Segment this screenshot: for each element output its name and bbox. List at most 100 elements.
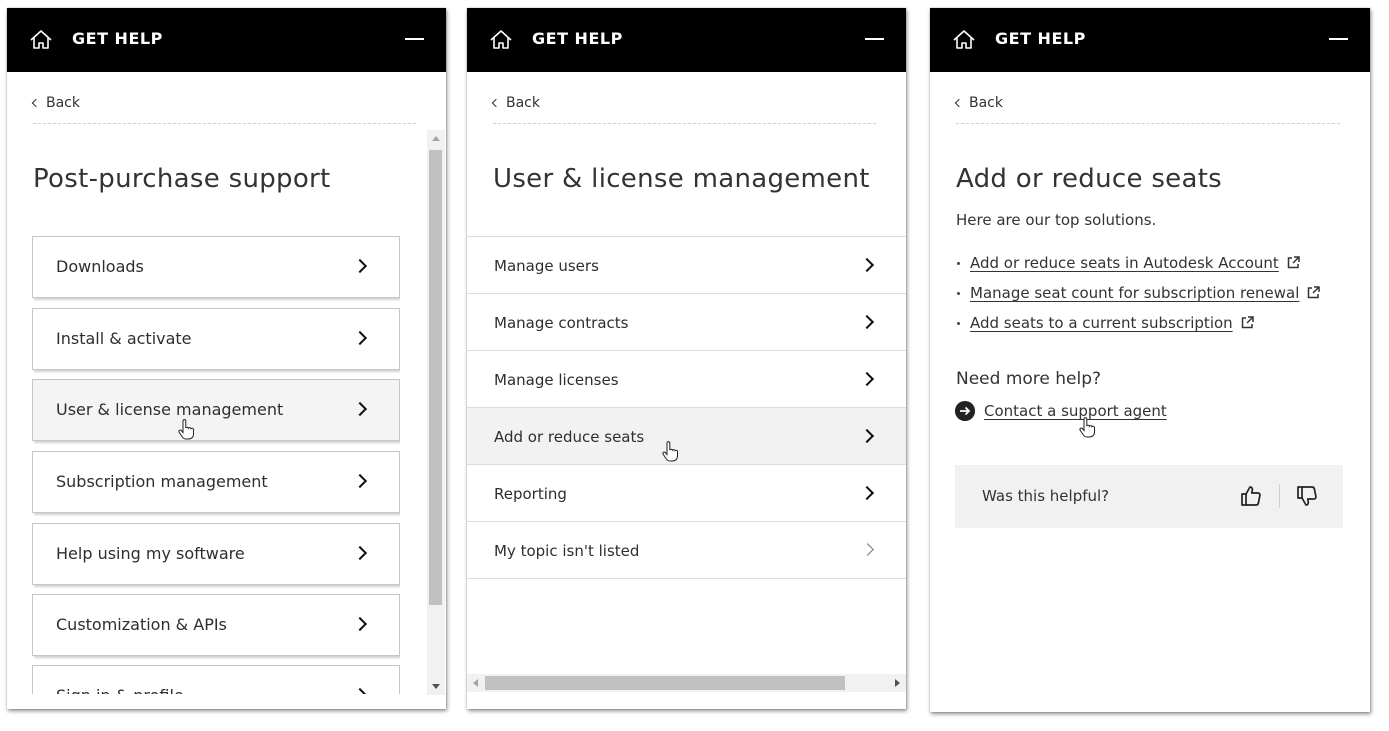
topic-card-label: Customization & APIs xyxy=(56,615,227,634)
chevron-right-icon xyxy=(352,687,368,694)
list-item-topic-not-listed[interactable]: My topic isn't listed xyxy=(467,521,906,579)
topic-card-install-activate[interactable]: Install & activate xyxy=(32,308,400,370)
page-title: Add or reduce seats xyxy=(956,164,1223,194)
help-header: GET HELP xyxy=(930,8,1370,72)
topic-card-label: Subscription management xyxy=(56,472,268,491)
chevron-right-icon xyxy=(859,428,875,444)
minimize-icon[interactable] xyxy=(865,38,884,40)
list-item-label: Manage contracts xyxy=(494,314,629,332)
external-link-icon xyxy=(1241,316,1254,329)
divider xyxy=(33,123,416,124)
thumbs-up-icon[interactable] xyxy=(1239,484,1263,508)
topic-card-label: Help using my software xyxy=(56,544,245,563)
feedback-separator xyxy=(1279,484,1280,508)
topic-card-label: Sign in & profile xyxy=(56,686,184,694)
hand-cursor-icon xyxy=(178,419,194,440)
contact-support: Contact a support agent xyxy=(955,401,1167,421)
feedback-box: Was this helpful? xyxy=(955,465,1343,528)
solutions-subtitle: Here are our top solutions. xyxy=(956,211,1157,229)
chevron-right-icon xyxy=(352,258,368,274)
solution-link-add-seats-subscription[interactable]: Add seats to a current subscription xyxy=(970,314,1233,332)
chevron-left-icon xyxy=(31,98,41,108)
horizontal-scrollbar[interactable] xyxy=(467,674,906,692)
solution-link-add-reduce-seats[interactable]: Add or reduce seats in Autodesk Account xyxy=(970,254,1279,272)
home-icon[interactable] xyxy=(29,28,53,52)
help-panel-post-purchase: GET HELP Back Post-purchase support Down… xyxy=(7,8,446,709)
scroll-left-icon[interactable] xyxy=(473,679,478,687)
page-title: Post-purchase support xyxy=(33,164,331,194)
topic-card-label: Install & activate xyxy=(56,329,192,348)
help-header-title: GET HELP xyxy=(72,29,163,48)
minimize-icon[interactable] xyxy=(405,38,424,40)
list-item: Manage seat count for subscription renew… xyxy=(956,284,1321,314)
arrow-circle-right-icon xyxy=(955,401,975,421)
topic-card-subscription-management[interactable]: Subscription management xyxy=(32,451,400,513)
external-link-icon xyxy=(1308,286,1321,299)
external-link-icon xyxy=(1287,256,1300,269)
help-header-title: GET HELP xyxy=(995,29,1086,48)
help-header: GET HELP xyxy=(7,8,446,72)
help-panel-user-license: GET HELP Back User & license management … xyxy=(467,8,906,709)
vertical-scrollbar[interactable] xyxy=(427,130,445,695)
list-item-label: Manage users xyxy=(494,257,599,275)
chevron-right-icon xyxy=(859,314,875,330)
topic-card-downloads[interactable]: Downloads xyxy=(32,236,400,298)
list-item: Add or reduce seats in Autodesk Account xyxy=(956,254,1320,284)
back-label: Back xyxy=(506,95,540,111)
chevron-right-icon xyxy=(352,330,368,346)
topic-card-customization-apis[interactable]: Customization & APIs xyxy=(32,594,400,656)
list-item-label: Manage licenses xyxy=(494,371,619,389)
back-link[interactable]: Back xyxy=(954,95,1003,111)
chevron-right-icon xyxy=(352,545,368,561)
topic-card-help-using-software[interactable]: Help using my software xyxy=(32,523,400,585)
back-label: Back xyxy=(46,95,80,111)
feedback-question: Was this helpful? xyxy=(982,487,1110,505)
topic-card-sign-in-profile[interactable]: Sign in & profile xyxy=(32,665,400,694)
topic-card-label: User & license management xyxy=(56,400,284,419)
chevron-right-icon xyxy=(352,616,368,632)
help-panel-add-reduce-seats: GET HELP Back Add or reduce seats Here a… xyxy=(930,8,1370,712)
contact-agent-link[interactable]: Contact a support agent xyxy=(984,402,1167,420)
back-label: Back xyxy=(969,95,1003,111)
list-item-label: My topic isn't listed xyxy=(494,542,640,560)
chevron-left-icon xyxy=(491,98,501,108)
chevron-right-icon xyxy=(859,485,875,501)
chevron-right-icon xyxy=(861,543,874,556)
hand-cursor-icon xyxy=(1079,417,1095,438)
scroll-up-icon[interactable] xyxy=(432,136,440,141)
scroll-right-icon[interactable] xyxy=(895,679,900,687)
thumbs-down-icon[interactable] xyxy=(1295,484,1319,508)
back-link[interactable]: Back xyxy=(31,95,80,111)
minimize-icon[interactable] xyxy=(1329,38,1348,40)
chevron-right-icon xyxy=(859,371,875,387)
help-header: GET HELP xyxy=(467,8,906,72)
list-item-reporting[interactable]: Reporting xyxy=(467,464,906,521)
solution-links: Add or reduce seats in Autodesk Account … xyxy=(956,254,1321,344)
home-icon[interactable] xyxy=(489,28,513,52)
divider xyxy=(956,123,1340,124)
chevron-right-icon xyxy=(859,257,875,273)
list-item-label: Reporting xyxy=(494,485,567,503)
hand-cursor-icon xyxy=(662,441,678,462)
scrollbar-thumb[interactable] xyxy=(429,150,442,605)
topic-card-list: Downloads Install & activate User & lice… xyxy=(32,236,400,694)
list-item-label: Add or reduce seats xyxy=(494,428,645,446)
topic-card-user-license-management[interactable]: User & license management xyxy=(32,379,400,441)
solution-link-manage-seat-count[interactable]: Manage seat count for subscription renew… xyxy=(970,284,1299,302)
topic-card-label: Downloads xyxy=(56,257,144,276)
chevron-right-icon xyxy=(352,401,368,417)
need-more-help-heading: Need more help? xyxy=(956,369,1102,389)
list-item: Add seats to a current subscription xyxy=(956,314,1320,344)
home-icon[interactable] xyxy=(952,28,976,52)
scrollbar-thumb[interactable] xyxy=(485,676,845,690)
chevron-left-icon xyxy=(954,98,964,108)
help-header-title: GET HELP xyxy=(532,29,623,48)
list-item-add-reduce-seats[interactable]: Add or reduce seats xyxy=(467,407,906,464)
back-link[interactable]: Back xyxy=(491,95,540,111)
list-item-manage-users[interactable]: Manage users xyxy=(467,236,906,293)
scroll-down-icon[interactable] xyxy=(432,684,440,689)
list-item-manage-licenses[interactable]: Manage licenses xyxy=(467,350,906,407)
chevron-right-icon xyxy=(352,473,368,489)
list-item-manage-contracts[interactable]: Manage contracts xyxy=(467,293,906,350)
page-title: User & license management xyxy=(493,164,870,194)
